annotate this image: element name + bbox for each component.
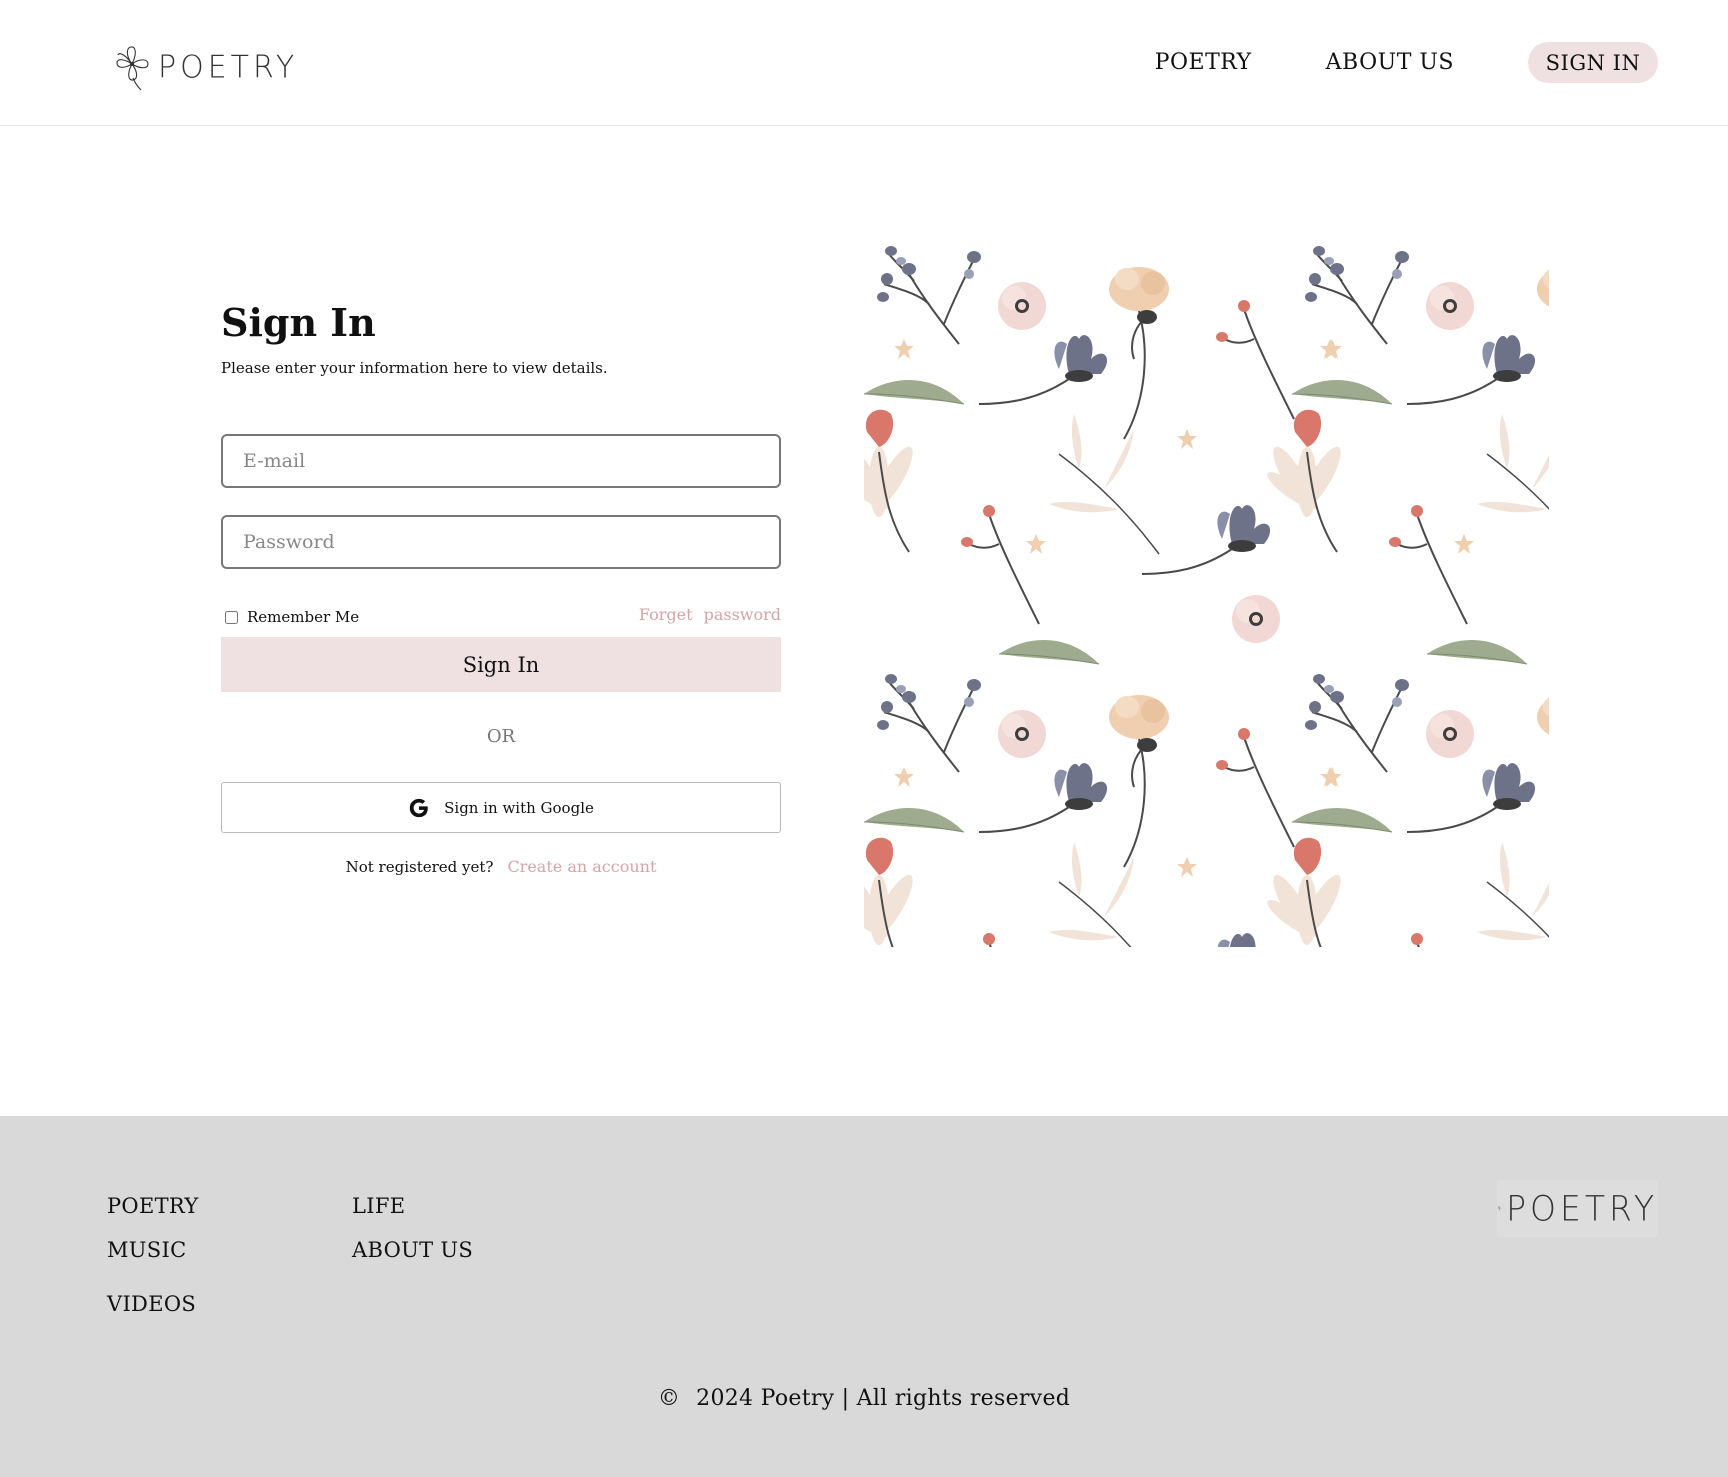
forgot-password-link[interactable]: Forget password: [639, 605, 781, 624]
password-input[interactable]: [221, 515, 781, 569]
or-divider: OR: [486, 726, 516, 747]
footer-poetry-link[interactable]: POETRY: [107, 1194, 199, 1218]
footer-logo-text: POETRY: [1506, 1188, 1658, 1229]
register-prompt: Not registered yet?: [345, 857, 494, 876]
site-logo[interactable]: POETRY: [112, 42, 298, 92]
footer-logo[interactable]: POETRY: [1497, 1180, 1658, 1237]
copyright: © 2024 Poetry | All rights reserved: [0, 1386, 1728, 1411]
google-signin-button[interactable]: Sign in with Google: [221, 782, 781, 833]
remember-me-label: Remember Me: [247, 608, 360, 626]
email-input[interactable]: [221, 434, 781, 488]
main-nav: POETRY ABOUT US SIGN IN: [1155, 42, 1658, 83]
page-subtitle: Please enter your information here to vi…: [221, 359, 608, 377]
footer-life-link[interactable]: LIFE: [352, 1194, 405, 1218]
nav-poetry-link[interactable]: POETRY: [1155, 50, 1252, 75]
site-footer: POETRY MUSIC VIDEOS LIFE ABOUT US POETRY…: [0, 1116, 1728, 1477]
flower-logo-icon: [1497, 1205, 1502, 1212]
create-account-link[interactable]: Create an account: [507, 857, 656, 876]
floral-illustration: [864, 234, 1549, 947]
google-g-icon: [409, 798, 428, 817]
copyright-icon: ©: [657, 1386, 681, 1411]
copyright-text: 2024 Poetry | All rights reserved: [696, 1386, 1071, 1411]
site-header: POETRY POETRY ABOUT US SIGN IN: [0, 0, 1728, 126]
remember-me-checkbox[interactable]: [225, 610, 238, 624]
google-signin-label: Sign in with Google: [444, 798, 594, 817]
signin-submit-button[interactable]: Sign In: [221, 637, 781, 692]
footer-music-link[interactable]: MUSIC: [107, 1238, 186, 1262]
signin-form: Sign In Please enter your information he…: [221, 300, 781, 876]
nav-about-link[interactable]: ABOUT US: [1326, 50, 1454, 75]
flower-logo-icon: [116, 46, 149, 91]
logo-text: POETRY: [158, 48, 299, 86]
register-row: Not registered yet? Create an account: [221, 857, 781, 876]
page-title: Sign In: [221, 300, 376, 345]
footer-videos-link[interactable]: VIDEOS: [107, 1292, 196, 1316]
remember-me[interactable]: Remember Me: [225, 608, 359, 626]
nav-signin-button[interactable]: SIGN IN: [1528, 42, 1658, 83]
footer-about-link[interactable]: ABOUT US: [352, 1238, 473, 1262]
